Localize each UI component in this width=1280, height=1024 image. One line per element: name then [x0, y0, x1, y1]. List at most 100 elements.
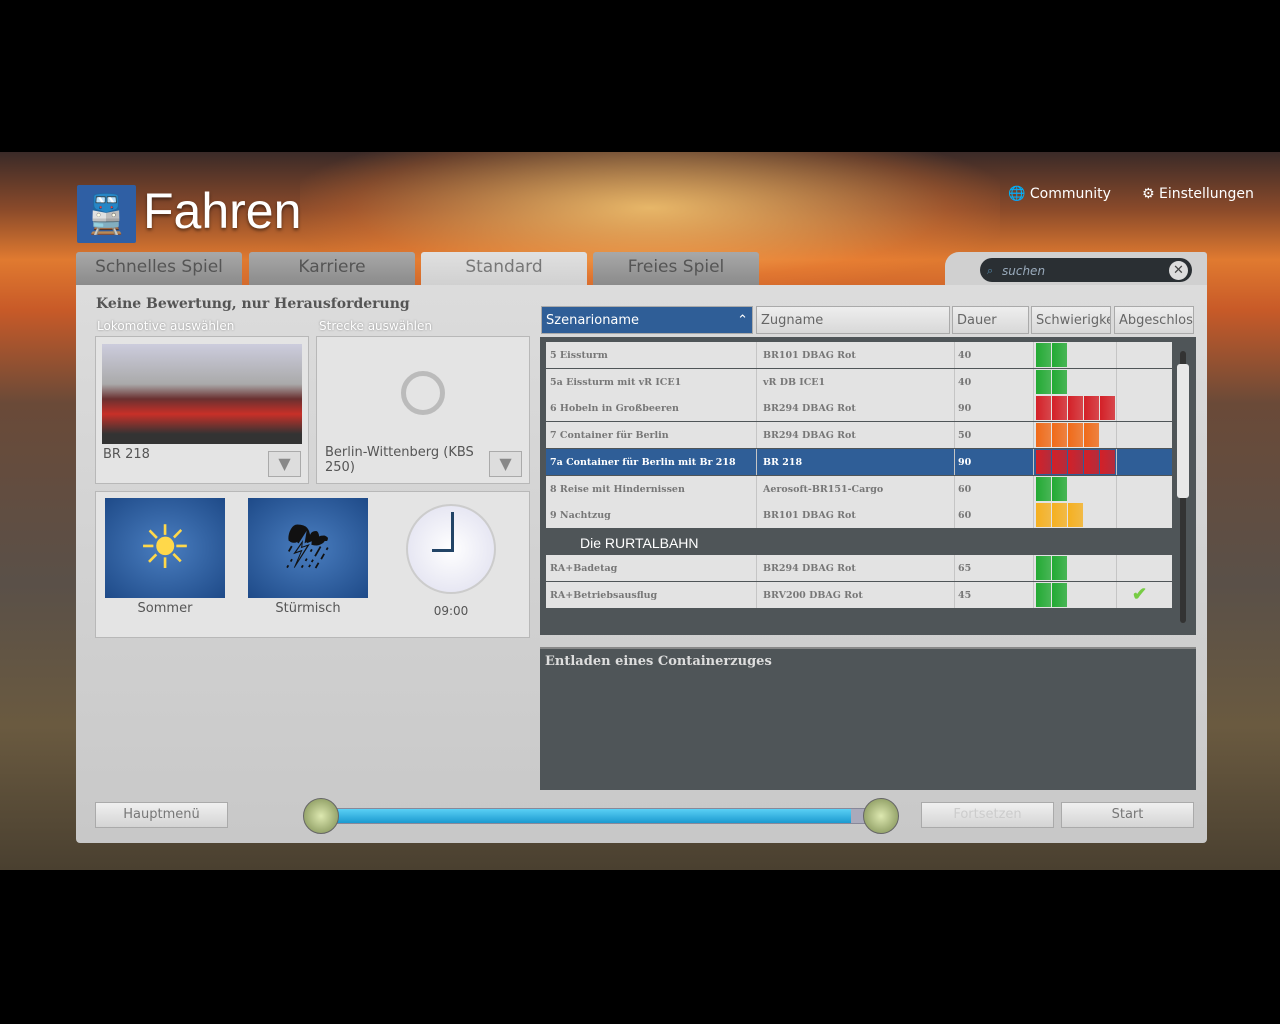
filter-icon[interactable]: ▼	[268, 451, 301, 477]
difficulty-bar	[1068, 423, 1083, 448]
train-name: BR 218	[763, 456, 803, 468]
table-row[interactable]: 5a Eissturm mit vR ICE1 vR DB ICE1 40	[546, 368, 1172, 395]
duration: 45	[958, 589, 972, 601]
difficulty-bar	[1052, 556, 1067, 580]
difficulty-bars	[1036, 476, 1067, 501]
duration: 40	[958, 376, 972, 388]
sun-icon[interactable]: ☀	[105, 498, 225, 598]
difficulty-bar	[1084, 423, 1099, 448]
clock-icon[interactable]	[406, 504, 496, 594]
scenario-name: 7 Container für Berlin	[550, 430, 669, 442]
search-input[interactable]: suchen	[980, 258, 1192, 282]
search-icon: ⌕	[987, 264, 994, 277]
difficulty-bar	[1068, 449, 1083, 474]
community-link[interactable]: 🌐 Community	[1008, 186, 1111, 202]
difficulty-bars	[1036, 369, 1067, 394]
tab-standard[interactable]: Standard	[421, 252, 587, 286]
scenario-name: 6 Hobeln in Großbeeren	[550, 403, 679, 415]
conditions-card: ☀ Sommer ⛈ Stürmisch 09:00	[95, 491, 530, 638]
difficulty-bar	[1036, 582, 1051, 607]
difficulty-bar	[1036, 476, 1051, 501]
gear-icon: ⚙	[1142, 186, 1155, 202]
clear-search-button[interactable]: ✕	[1169, 261, 1188, 280]
storm-icon[interactable]: ⛈	[248, 498, 368, 598]
table-row[interactable]: 7 Container für Berlin BR294 DBAG Rot 50	[546, 422, 1172, 449]
train-name: vR DB ICE1	[763, 376, 826, 388]
duration: 40	[958, 350, 972, 361]
tab-freies-spiel[interactable]: Freies Spiel	[593, 252, 759, 286]
scenario-name: 9 Nachtzug	[550, 510, 611, 522]
continue-button[interactable]: Fortsetzen	[921, 802, 1054, 828]
loco-card[interactable]: BR 218 ▼	[95, 336, 309, 484]
settings-link[interactable]: ⚙ Einstellungen	[1142, 186, 1254, 202]
difficulty-bar	[1052, 343, 1067, 367]
check-icon: ✔	[1132, 583, 1148, 605]
scenario-name: 8 Reise mit Hindernissen	[550, 483, 685, 495]
header-schwierigkeit[interactable]: Schwierigke	[1031, 306, 1111, 334]
tab-schnelles-spiel[interactable]: Schnelles Spiel	[76, 252, 242, 286]
difficulty-bars	[1036, 343, 1067, 367]
loco-label: Lokomotive auswählen	[97, 319, 235, 333]
main-menu-button[interactable]: Hauptmenü	[95, 802, 228, 828]
difficulty-bars	[1036, 503, 1083, 528]
table-row[interactable]: 9 Nachtzug BR101 DBAG Rot 60	[546, 502, 1172, 529]
mode-heading: Keine Bewertung, nur Herausforderung	[96, 296, 410, 312]
no-image-icon	[401, 371, 445, 415]
train-icon: 🚆	[77, 185, 136, 243]
train-name: Aerosoft-BR151-Cargo	[763, 483, 884, 495]
route-name: Berlin-Wittenberg (KBS 250)	[325, 445, 474, 475]
duration: 60	[958, 483, 972, 495]
train-name: BR294 DBAG Rot	[763, 563, 856, 574]
train-name: BR294 DBAG Rot	[763, 403, 856, 415]
table-row[interactable]: RA+Badetag BR294 DBAG Rot 65	[546, 555, 1172, 581]
start-button[interactable]: Start	[1061, 802, 1194, 828]
scrollbar-thumb[interactable]	[1177, 364, 1189, 498]
scenario-name: 5 Eissturm	[550, 350, 608, 361]
scenario-name: 5a Eissturm mit vR ICE1	[550, 376, 682, 388]
difficulty-bars	[1036, 449, 1115, 474]
difficulty-bar	[1068, 503, 1083, 528]
table-row[interactable]: 5 Eissturm BR101 DBAG Rot 40	[546, 342, 1172, 368]
sort-asc-icon: ⌃	[737, 313, 748, 328]
table-row[interactable]: RA+Betriebsausflug BRV200 DBAG Rot 45 ✔	[546, 581, 1172, 608]
tab-karriere[interactable]: Karriere	[249, 252, 415, 286]
difficulty-bars	[1036, 556, 1067, 580]
route-card[interactable]: Berlin-Wittenberg (KBS 250) ▼	[316, 336, 530, 484]
duration: 90	[958, 456, 972, 468]
table-row[interactable]: 6 Hobeln in Großbeeren BR294 DBAG Rot 90	[546, 395, 1172, 422]
difficulty-bar	[1052, 423, 1067, 448]
difficulty-bar	[1068, 396, 1083, 421]
weather-label: Sommer	[137, 601, 193, 616]
loco-name: BR 218	[103, 447, 150, 462]
duration: 50	[958, 430, 972, 442]
scenario-list: 5 Eissturm BR101 DBAG Rot 40 5a Eissturm…	[540, 337, 1196, 635]
duration: 65	[958, 563, 972, 574]
train-name: BR101 DBAG Rot	[763, 350, 856, 361]
game-screen: 🚆 Fahren 🌐 Community ⚙ Einstellungen Sch…	[0, 152, 1280, 870]
difficulty-bars	[1036, 423, 1099, 448]
time-label: 09:00	[433, 604, 469, 618]
loco-image	[102, 344, 302, 444]
difficulty-bars	[1036, 396, 1115, 421]
difficulty-bars	[1036, 582, 1067, 607]
description-panel: Entladen eines Containerzuges	[540, 647, 1196, 790]
difficulty-bar	[1036, 369, 1051, 394]
header-zugname[interactable]: Zugname	[756, 306, 950, 334]
scenario-name: RA+Betriebsausflug	[550, 589, 658, 601]
difficulty-bar	[1084, 396, 1099, 421]
progress-knob-right	[863, 798, 899, 834]
train-name: BR101 DBAG Rot	[763, 510, 856, 522]
description-text: Entladen eines Containerzuges	[545, 654, 772, 669]
filter-icon[interactable]: ▼	[489, 451, 522, 477]
difficulty-bar	[1052, 503, 1067, 528]
header-szenarioname[interactable]: Szenarioname ⌃	[541, 306, 753, 334]
group-header: Die RURTALBAHN	[580, 535, 699, 551]
difficulty-bar	[1036, 503, 1051, 528]
header-abgeschlossen[interactable]: Abgeschlos	[1114, 306, 1194, 334]
table-row[interactable]: 7a Container für Berlin mit Br 218 BR 21…	[546, 448, 1172, 475]
table-row[interactable]: 8 Reise mit Hindernissen Aerosoft-BR151-…	[546, 475, 1172, 502]
duration: 60	[958, 510, 972, 522]
scenario-name: RA+Badetag	[550, 563, 618, 574]
header-dauer[interactable]: Dauer	[952, 306, 1029, 334]
difficulty-bar	[1036, 423, 1051, 448]
